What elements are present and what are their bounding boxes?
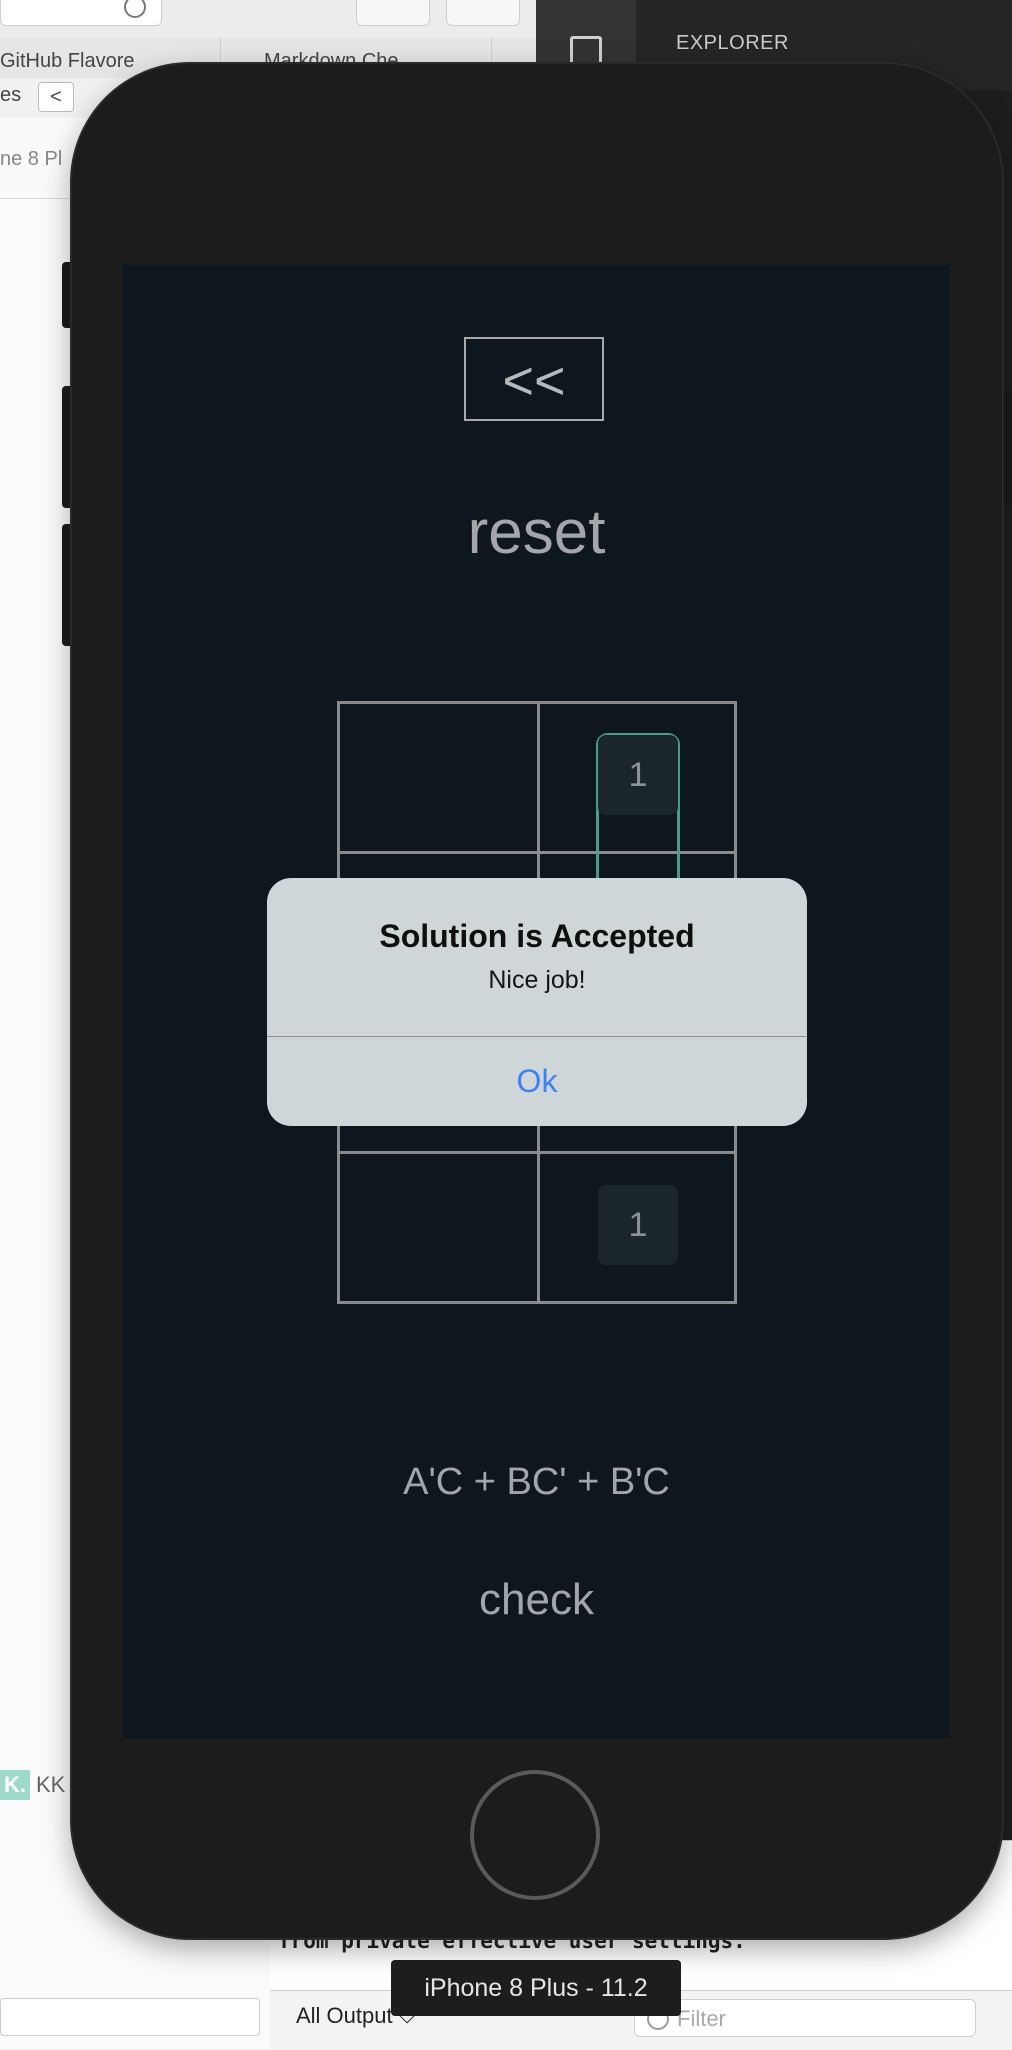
address-partial-label: ne 8 Pl: [0, 148, 63, 170]
kmap-cell[interactable]: [337, 1151, 540, 1304]
browser-tab-label: GitHub Flavore: [0, 50, 135, 72]
simulator-device-label: iPhone 8 Plus - 11.2: [391, 1960, 681, 2016]
boolean-expression: A'C + BC' + B'C: [403, 1461, 670, 1503]
alert-title: Solution is Accepted: [379, 918, 695, 954]
reset-button[interactable]: reset: [123, 497, 950, 568]
console-filter-field[interactable]: Filter: [634, 1999, 976, 2037]
alert-dialog: Solution is Accepted Nice job! Ok: [267, 878, 807, 1126]
back-button[interactable]: <<: [464, 337, 604, 421]
nav-partial-label: es: [0, 84, 22, 106]
kmap-cell-value: 1: [598, 1185, 678, 1265]
alert-ok-button[interactable]: Ok: [267, 1037, 807, 1126]
alert-message: Nice job!: [488, 966, 586, 994]
check-button[interactable]: check: [123, 1575, 950, 1625]
home-button[interactable]: [470, 1770, 600, 1900]
kk-label: KK: [36, 1772, 66, 1797]
kmap-cell-value: 1: [598, 735, 678, 815]
kmap-cell[interactable]: [337, 701, 540, 854]
tabs-overview-button[interactable]: [446, 0, 520, 26]
explorer-title: EXPLORER: [676, 32, 789, 54]
filter-placeholder: Filter: [677, 2006, 726, 2031]
kk-item: K. KK: [0, 1770, 65, 1800]
browser-toolbar: [0, 0, 536, 39]
chevron-left-icon[interactable]: <: [38, 82, 74, 112]
share-button[interactable]: [356, 0, 430, 26]
bottom-filter-field[interactable]: [0, 1998, 260, 2036]
kk-badge: K.: [0, 1770, 30, 1800]
